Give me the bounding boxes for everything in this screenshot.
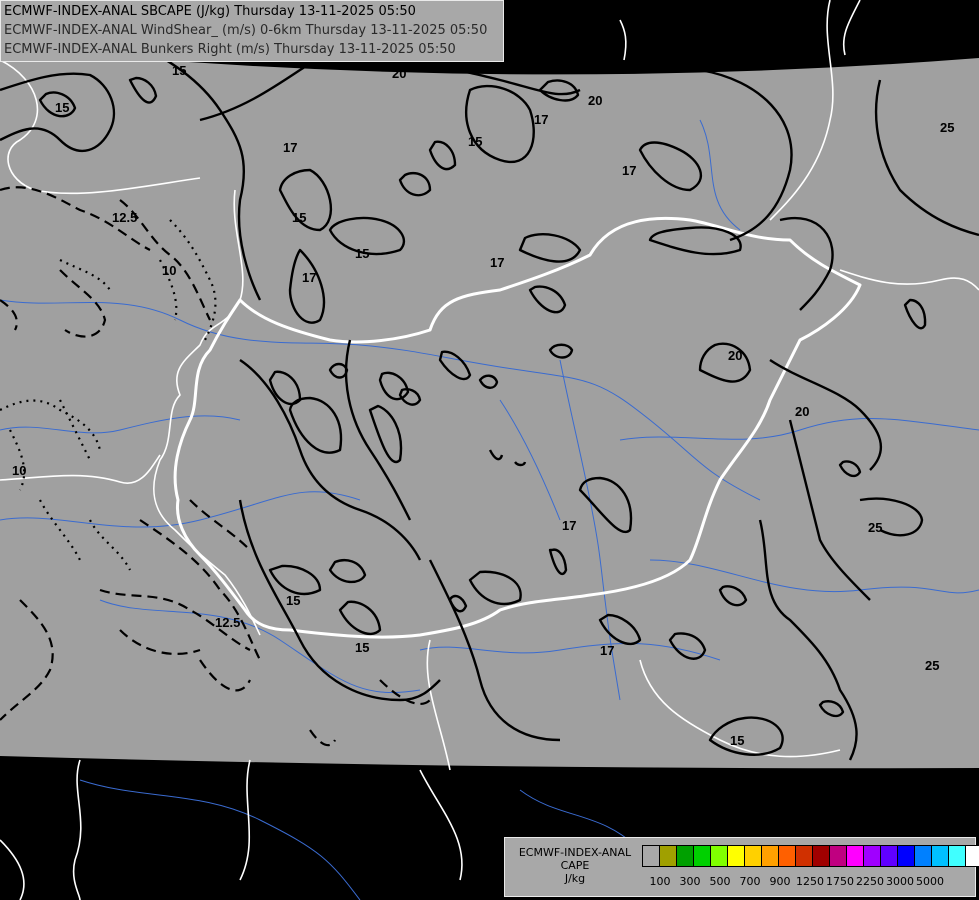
- legend-swatch: [931, 845, 949, 867]
- legend-swatch: [812, 845, 830, 867]
- legend-swatch: [693, 845, 711, 867]
- legend-source: ECMWF-INDEX-ANAL: [518, 846, 632, 859]
- legend-swatch: [965, 845, 979, 867]
- legend-swatch: [727, 845, 745, 867]
- contour-label: 17: [622, 163, 636, 178]
- legend-tick-label: 5000: [916, 875, 944, 888]
- legend-tick-label: 1750: [826, 875, 854, 888]
- contour-label: 20: [588, 93, 602, 108]
- legend-tick-label: 900: [769, 875, 791, 888]
- legend-label: ECMWF-INDEX-ANAL CAPE J/kg: [509, 846, 641, 885]
- contour-label: 25: [868, 520, 882, 535]
- contour-label: 15: [355, 640, 369, 655]
- contour-label: 20: [392, 66, 406, 81]
- contour-label: 20: [795, 404, 809, 419]
- legend-swatch: [744, 845, 762, 867]
- contour-label: 17: [600, 643, 614, 658]
- bunkers-title: ECMWF-INDEX-ANAL Bunkers Right (m/s) Thu…: [4, 42, 456, 57]
- contour-label: 15: [286, 593, 300, 608]
- contour-label: 15: [355, 246, 369, 261]
- contour-label: 15: [55, 100, 69, 115]
- legend-variable: CAPE: [560, 859, 590, 872]
- legend-tick-label: 3000: [886, 875, 914, 888]
- legend-swatch: [795, 845, 813, 867]
- legend-tick-label: 700: [739, 875, 761, 888]
- windshear-title: ECMWF-INDEX-ANAL WindShear_ (m/s) 0-6km …: [4, 23, 488, 38]
- contour-label: 12.5: [215, 615, 240, 630]
- legend-swatch: [846, 845, 864, 867]
- legend-unit: J/kg: [564, 872, 586, 885]
- contour-label: 15: [468, 134, 482, 149]
- legend-tick-label: 300: [679, 875, 701, 888]
- cape-legend: ECMWF-INDEX-ANAL CAPE J/kg 100 300 500 700 9…: [504, 837, 979, 897]
- contour-label: 15: [292, 210, 306, 225]
- map-title-box: ECMWF-INDEX-ANAL SBCAPE (J/kg) Thursday …: [0, 0, 504, 62]
- legend-swatch: [642, 845, 660, 867]
- map-stage: 15 15 15 15 15 15 15 15 12.5 12.5 10 10 …: [0, 0, 979, 900]
- legend-tick-label: 100: [649, 875, 671, 888]
- legend-swatch: [948, 845, 966, 867]
- contour-label: 17: [283, 140, 297, 155]
- contour-label: 17: [562, 518, 576, 533]
- contour-label: 15: [730, 733, 744, 748]
- legend-swatch: [710, 845, 728, 867]
- contour-label: 25: [925, 658, 939, 673]
- legend-swatch: [761, 845, 779, 867]
- sbcape-title: ECMWF-INDEX-ANAL SBCAPE (J/kg) Thursday …: [4, 4, 416, 19]
- legend-swatch: [659, 845, 677, 867]
- legend-swatch: [676, 845, 694, 867]
- contour-label: 17: [490, 255, 504, 270]
- legend-swatch: [880, 845, 898, 867]
- contour-label: 17: [302, 270, 316, 285]
- legend-color-bar: [642, 845, 979, 867]
- legend-tick-label: 1250: [796, 875, 824, 888]
- contour-label: 25: [940, 120, 954, 135]
- legend-ticks: 100 300 500 700 900 1250 1750 2250 3000 5000: [642, 875, 972, 889]
- contour-label: 10: [12, 463, 26, 478]
- contour-label: 10: [162, 263, 176, 278]
- contour-label: 12.5: [112, 210, 137, 225]
- legend-tick-label: 2250: [856, 875, 884, 888]
- legend-swatch: [914, 845, 932, 867]
- map-canvas: 15 15 15 15 15 15 15 15 12.5 12.5 10 10 …: [0, 0, 979, 900]
- contour-label: 15: [172, 63, 186, 78]
- legend-swatch: [863, 845, 881, 867]
- legend-swatch: [829, 845, 847, 867]
- legend-swatch: [897, 845, 915, 867]
- legend-tick-label: 500: [709, 875, 731, 888]
- contour-label: 20: [728, 348, 742, 363]
- legend-swatch: [778, 845, 796, 867]
- contour-label: 17: [534, 112, 548, 127]
